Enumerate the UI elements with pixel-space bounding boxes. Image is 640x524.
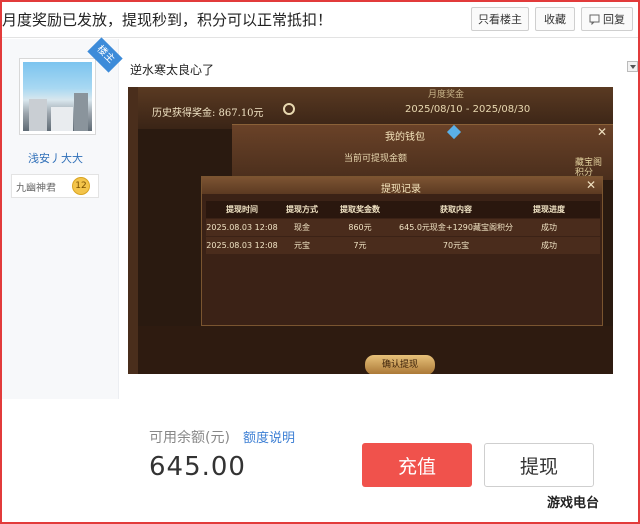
table-row: 2025.08.03 12:08 现金 860元 645.0元现金+1290藏宝… [206, 219, 600, 236]
recharge-button[interactable]: 充值 [362, 443, 472, 487]
record-header: 提现记录 ✕ [202, 177, 602, 195]
col-header: 获取内容 [440, 205, 472, 214]
quota-info-link[interactable]: 额度说明 [243, 427, 295, 446]
reply-button[interactable]: 回复 [581, 7, 633, 31]
withdraw-button[interactable]: 提现 [484, 443, 594, 487]
gem-icon [446, 124, 462, 140]
table-cell: 860元 [348, 223, 372, 232]
history-bonus-label: 历史获得奖金: 867.10元 [152, 108, 264, 119]
col-header: 提现进度 [533, 205, 565, 214]
game-screenshot: 月度奖金 历史获得奖金: 867.10元 2025/08/10 - 2025/0… [128, 87, 613, 374]
author-name[interactable]: 浅安丿大大 [2, 150, 109, 166]
table-cell: 2025.08.03 12:08 [206, 223, 278, 232]
table-cell: 645.0元现金+1290藏宝阁积分 [399, 223, 513, 232]
record-title: 提现记录 [381, 184, 421, 195]
avatar[interactable] [19, 58, 96, 135]
post-header: 月度奖励已发放，提现秒到，积分可以正常抵扣！ 只看楼主 收藏 回复 [2, 2, 638, 38]
record-close-icon[interactable]: ✕ [586, 178, 596, 192]
favorite-button[interactable]: 收藏 [535, 7, 575, 31]
date-range: 2025/08/10 - 2025/08/30 [405, 104, 531, 115]
table-cell: 成功 [541, 223, 557, 232]
table-cell: 成功 [541, 241, 557, 250]
avatar-image [23, 62, 92, 131]
post-title: 月度奖励已发放，提现秒到，积分可以正常抵扣！ [2, 11, 333, 29]
game-left-edge [128, 87, 138, 374]
table-cell: 2025.08.03 12:08 [206, 241, 278, 250]
record-table-header: 提现时间 提现方式 提取奖金数 获取内容 提现进度 [206, 201, 600, 218]
rank-level-badge: 12 [72, 177, 90, 195]
treasure-points-label: 藏宝阁积分 [575, 158, 603, 178]
comment-icon [589, 14, 600, 25]
post-menu-arrow-icon[interactable] [627, 61, 638, 72]
withdraw-record-dialog: 提现记录 ✕ 提现时间 提现方式 提取奖金数 获取内容 提现进度 2025.08… [201, 176, 603, 326]
col-header: 提现方式 [286, 205, 318, 214]
table-cell: 元宝 [294, 241, 310, 250]
table-row: 2025.08.03 12:08 元宝 7元 70元宝 成功 [206, 237, 600, 254]
record-table: 提现时间 提现方式 提取奖金数 获取内容 提现进度 2025.08.03 12:… [206, 201, 600, 254]
game-header-bar: 月度奖金 历史获得奖金: 867.10元 2025/08/10 - 2025/0… [138, 87, 613, 129]
confirm-withdraw-button[interactable]: 确认提现 [365, 355, 435, 374]
game-header-title: 月度奖金 [428, 90, 465, 100]
table-cell: 现金 [294, 223, 310, 232]
balance-label: 可用余额(元) [149, 430, 230, 446]
post-body-text: 逆水寒太良心了 [130, 63, 215, 77]
watermark-text: 游戏电台 [547, 496, 600, 511]
table-cell: 7元 [353, 241, 367, 250]
author-panel: 楼主 浅安丿大大 九幽神君 12 [2, 37, 123, 399]
balance-amount: 645.00 [149, 452, 246, 482]
wallet-title: 我的钱包 [385, 132, 425, 143]
balance-panel: 可用余额(元) 额度说明 645.00 充值 提现 [128, 388, 613, 498]
col-header: 提现时间 [226, 205, 258, 214]
only-owner-button[interactable]: 只看楼主 [471, 7, 529, 31]
withdrawable-label: 当前可提现金额 [344, 154, 408, 164]
col-header: 提取奖金数 [340, 205, 380, 214]
rank-name: 九幽神君 [16, 182, 56, 194]
table-cell: 70元宝 [442, 241, 470, 250]
rank-tag: 九幽神君 12 [11, 174, 99, 198]
wallet-close-icon[interactable]: ✕ [597, 125, 607, 139]
reply-label: 回复 [603, 13, 625, 26]
wallet-dialog: 我的钱包 [232, 124, 613, 180]
search-icon [283, 103, 295, 115]
